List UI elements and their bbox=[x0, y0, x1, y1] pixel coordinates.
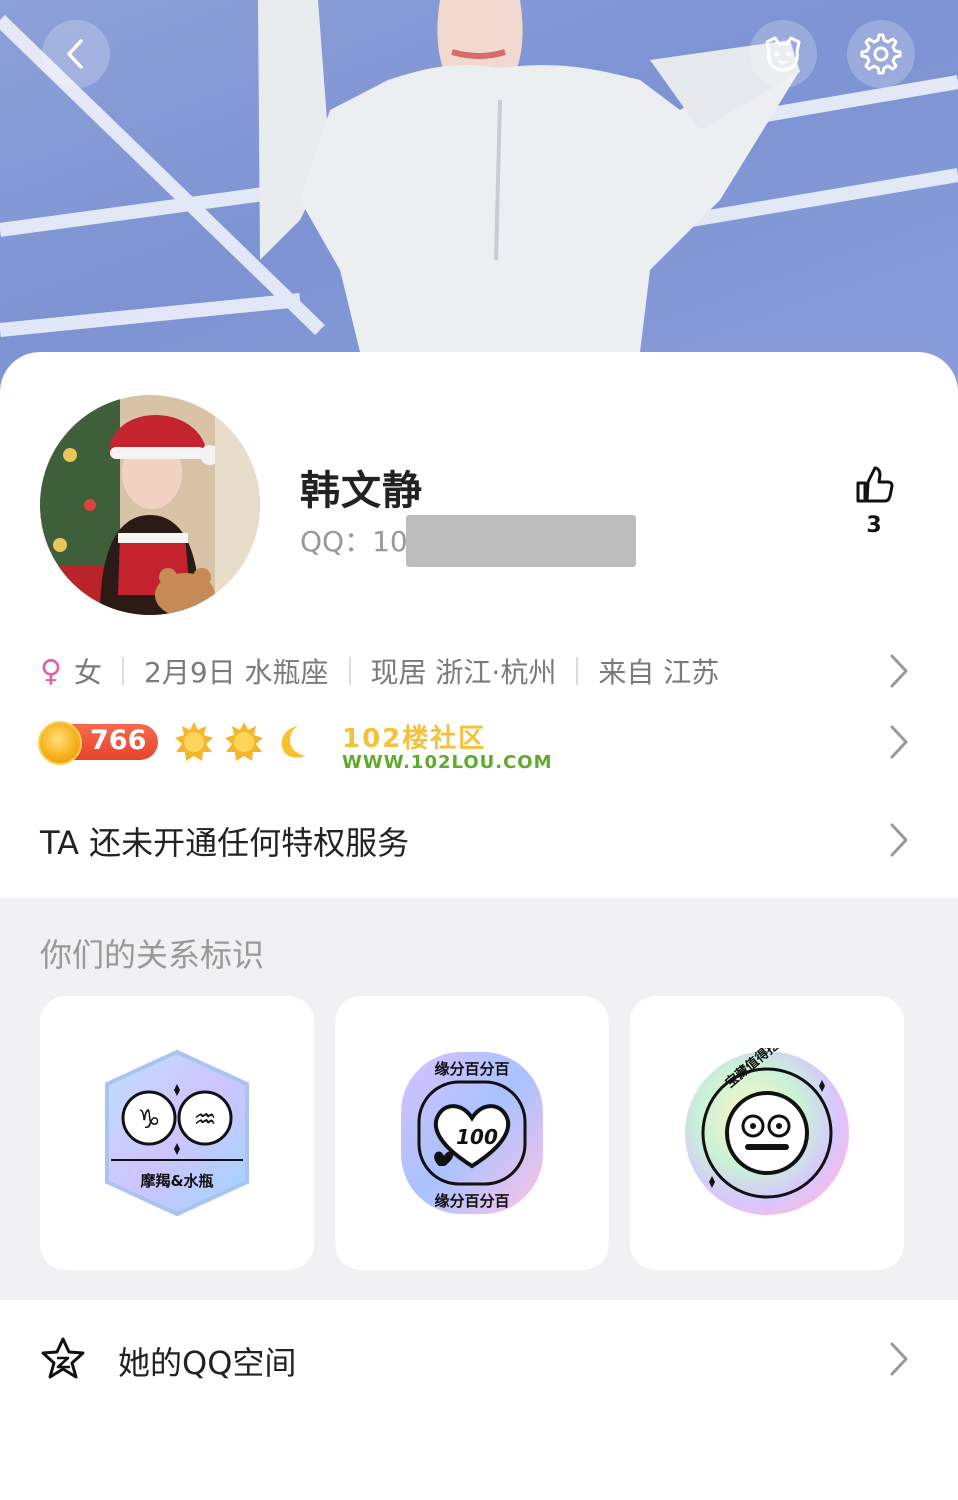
level-value: 766 bbox=[90, 725, 147, 756]
chevron-right-icon[interactable] bbox=[886, 723, 912, 761]
sun-icon bbox=[225, 722, 263, 761]
thumbs-up-icon bbox=[856, 466, 894, 503]
divider bbox=[576, 657, 579, 685]
watermark-url: WWW.102LOU.COM bbox=[342, 752, 553, 773]
svg-text:♑: ♑ bbox=[137, 1105, 160, 1135]
qzone-label: 她的QQ空间 bbox=[118, 1344, 297, 1382]
watermark-title: 102楼社区 bbox=[342, 724, 487, 754]
coin-icon bbox=[38, 721, 82, 765]
birthday: 2月9日 水瓶座 bbox=[144, 656, 329, 689]
fate-badge-card[interactable]: 缘分百分百 缘分百分百 100 bbox=[335, 996, 609, 1270]
svg-text:♒: ♒ bbox=[193, 1105, 216, 1135]
level-row[interactable]: 766 bbox=[38, 718, 312, 766]
fate-badge-top-text: 缘分百分百 bbox=[434, 1060, 509, 1078]
fate-badge-bottom-text: 缘分百分百 bbox=[434, 1192, 509, 1210]
qq-redaction bbox=[406, 515, 636, 567]
watermark: 102楼社区 WWW.102LOU.COM bbox=[342, 725, 553, 773]
treasure-badge-card[interactable]: 宝藏值得挖掘 bbox=[630, 996, 904, 1270]
fate-percent-badge: 缘分百分百 缘分百分百 100 bbox=[401, 1052, 543, 1214]
zodiac-badge: ♑ ♒ 摩羯&水瓶 bbox=[105, 1049, 249, 1217]
gear-icon bbox=[860, 33, 902, 75]
privilege-status[interactable]: TA 还未开通任何特权服务 bbox=[40, 818, 409, 864]
chevron-right-icon[interactable] bbox=[886, 1340, 912, 1378]
back-button[interactable] bbox=[42, 20, 110, 88]
zodiac-badge-card[interactable]: ♑ ♒ 摩羯&水瓶 bbox=[40, 996, 314, 1270]
relationship-title: 你们的关系标识 bbox=[40, 936, 265, 974]
pet-face-icon bbox=[765, 36, 801, 72]
gender: 女 bbox=[73, 656, 102, 689]
female-icon: ♀ bbox=[40, 653, 62, 689]
sun-icon bbox=[175, 722, 213, 761]
like-button[interactable]: 3 bbox=[846, 465, 902, 538]
moon-icon bbox=[281, 726, 306, 758]
divider bbox=[348, 657, 351, 685]
fate-badge-number: 100 bbox=[456, 1125, 498, 1149]
hometown: 来自 江苏 bbox=[598, 656, 720, 689]
zodiac-badge-label: 摩羯&水瓶 bbox=[140, 1172, 213, 1190]
basic-info-row[interactable]: ♀ 女 2月9日 水瓶座 现居 浙江·杭州 来自 江苏 bbox=[40, 650, 719, 692]
pet-button[interactable] bbox=[749, 20, 817, 88]
nickname: 韩文静 bbox=[300, 468, 423, 514]
qq-label: QQ： bbox=[300, 525, 373, 558]
location: 现居 浙江·杭州 bbox=[370, 656, 557, 689]
chevron-right-icon[interactable] bbox=[886, 821, 912, 859]
qzone-star-icon bbox=[41, 1337, 85, 1379]
treasure-badge: 宝藏值得挖掘 bbox=[685, 1048, 849, 1215]
like-count: 3 bbox=[866, 513, 882, 538]
avatar[interactable] bbox=[40, 395, 260, 615]
divider bbox=[122, 657, 124, 685]
settings-button[interactable] bbox=[847, 20, 915, 88]
chevron-right-icon[interactable] bbox=[886, 652, 912, 690]
level-badge: 766 bbox=[38, 721, 158, 765]
back-arrow-icon bbox=[67, 39, 83, 69]
